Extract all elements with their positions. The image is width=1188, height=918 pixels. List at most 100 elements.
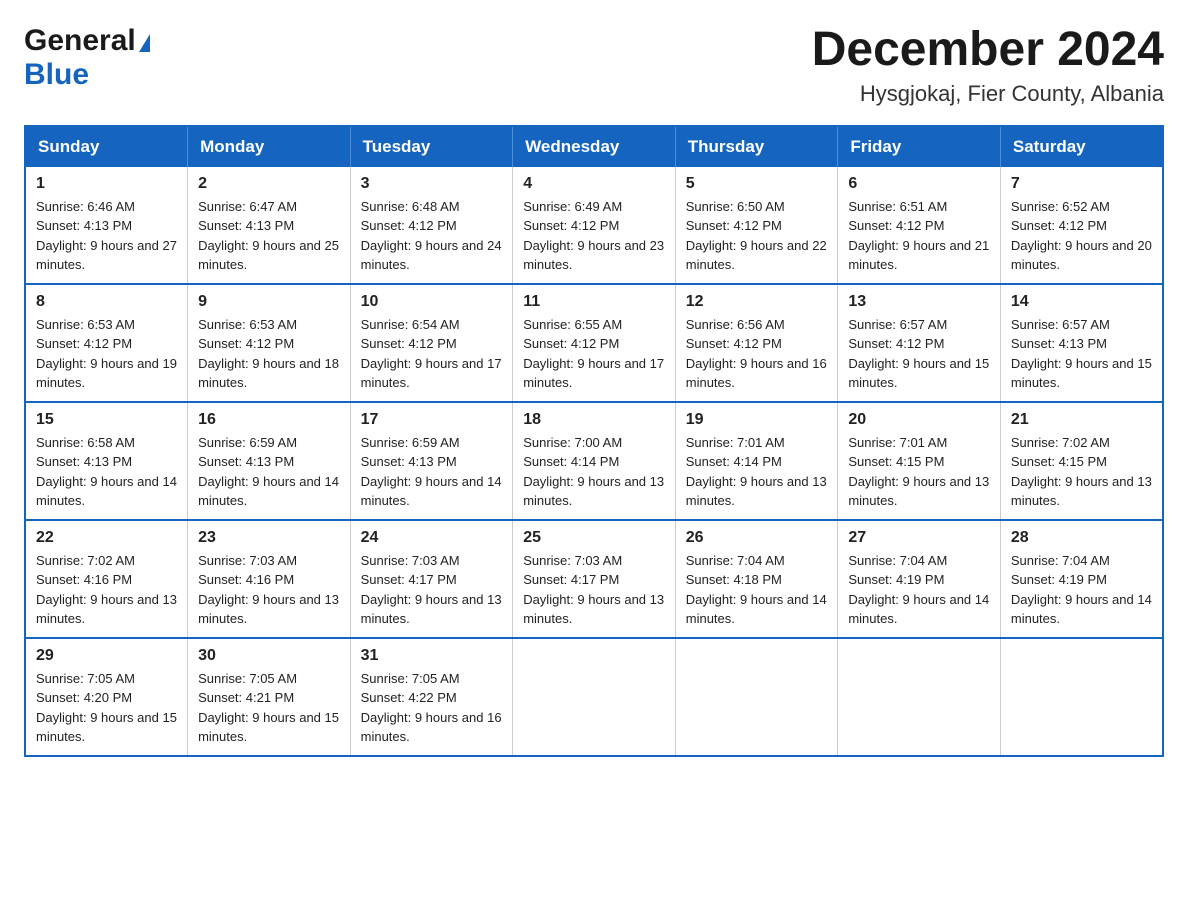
calendar-cell: 27Sunrise: 7:04 AMSunset: 4:19 PMDayligh… [838, 520, 1001, 638]
calendar-cell: 8 Sunrise: 6:53 AMSunset: 4:12 PMDaylight… [25, 284, 188, 402]
day-number: 22 [36, 529, 177, 547]
day-number: 23 [198, 529, 340, 547]
day-number: 29 [36, 647, 177, 665]
calendar-cell: 4 Sunrise: 6:49 AMSunset: 4:12 PMDaylight… [513, 167, 676, 284]
calendar-cell: 24 Sunrise: 7:03 AMSunset: 4:17 PMDayligh… [350, 520, 513, 638]
calendar-cell: 2Sunrise: 6:47 AMSunset: 4:13 PMDaylight… [188, 167, 351, 284]
day-info: Sunrise: 7:05 AMSunset: 4:20 PMDaylight:… [36, 669, 177, 747]
column-header-friday: Friday [838, 126, 1001, 167]
logo-blue-text: Blue [24, 58, 89, 91]
calendar-week-row: 29 Sunrise: 7:05 AMSunset: 4:20 PMDayligh… [25, 638, 1163, 756]
calendar-cell: 22Sunrise: 7:02 AMSunset: 4:16 PMDayligh… [25, 520, 188, 638]
page-header: General Blue December 2024 Hysgjokaj, Fi… [24, 24, 1164, 107]
day-number: 19 [686, 411, 828, 429]
day-number: 1 [36, 175, 177, 193]
calendar-week-row: 1 Sunrise: 6:46 AMSunset: 4:13 PMDaylight… [25, 167, 1163, 284]
calendar-cell: 9 Sunrise: 6:53 AMSunset: 4:12 PMDaylight… [188, 284, 351, 402]
day-number: 4 [523, 175, 665, 193]
column-header-saturday: Saturday [1000, 126, 1163, 167]
title-block: December 2024 Hysgjokaj, Fier County, Al… [812, 24, 1164, 107]
calendar-cell: 6 Sunrise: 6:51 AMSunset: 4:12 PMDaylight… [838, 167, 1001, 284]
day-info: Sunrise: 6:58 AMSunset: 4:13 PMDaylight:… [36, 433, 177, 511]
calendar-cell: 17Sunrise: 6:59 AMSunset: 4:13 PMDayligh… [350, 402, 513, 520]
calendar-cell: 19 Sunrise: 7:01 AMSunset: 4:14 PMDayligh… [675, 402, 838, 520]
day-info: Sunrise: 6:49 AMSunset: 4:12 PMDaylight:… [523, 197, 665, 275]
calendar-table: SundayMondayTuesdayWednesdayThursdayFrid… [24, 125, 1164, 757]
day-info: Sunrise: 6:53 AMSunset: 4:12 PMDaylight:… [36, 315, 177, 393]
calendar-cell: 5 Sunrise: 6:50 AMSunset: 4:12 PMDaylight… [675, 167, 838, 284]
day-info: Sunrise: 6:46 AMSunset: 4:13 PMDaylight:… [36, 197, 177, 275]
day-number: 7 [1011, 175, 1152, 193]
calendar-cell: 15 Sunrise: 6:58 AMSunset: 4:13 PMDayligh… [25, 402, 188, 520]
calendar-cell: 16 Sunrise: 6:59 AMSunset: 4:13 PMDayligh… [188, 402, 351, 520]
day-number: 12 [686, 293, 828, 311]
day-info: Sunrise: 6:55 AMSunset: 4:12 PMDaylight:… [523, 315, 665, 393]
day-number: 10 [361, 293, 503, 311]
day-number: 6 [848, 175, 990, 193]
day-info: Sunrise: 6:54 AMSunset: 4:12 PMDaylight:… [361, 315, 503, 393]
day-number: 14 [1011, 293, 1152, 311]
day-number: 21 [1011, 411, 1152, 429]
calendar-cell [513, 638, 676, 756]
calendar-cell: 18 Sunrise: 7:00 AMSunset: 4:14 PMDayligh… [513, 402, 676, 520]
day-info: Sunrise: 7:05 AMSunset: 4:22 PMDaylight:… [361, 669, 503, 747]
calendar-cell: 28Sunrise: 7:04 AMSunset: 4:19 PMDayligh… [1000, 520, 1163, 638]
day-info: Sunrise: 7:03 AMSunset: 4:16 PMDaylight:… [198, 551, 340, 629]
calendar-cell: 12 Sunrise: 6:56 AMSunset: 4:12 PMDayligh… [675, 284, 838, 402]
calendar-cell: 3 Sunrise: 6:48 AMSunset: 4:12 PMDaylight… [350, 167, 513, 284]
column-header-thursday: Thursday [675, 126, 838, 167]
day-info: Sunrise: 7:03 AMSunset: 4:17 PMDaylight:… [523, 551, 665, 629]
day-info: Sunrise: 6:53 AMSunset: 4:12 PMDaylight:… [198, 315, 340, 393]
day-number: 16 [198, 411, 340, 429]
calendar-cell: 10 Sunrise: 6:54 AMSunset: 4:12 PMDayligh… [350, 284, 513, 402]
day-number: 11 [523, 293, 665, 311]
calendar-cell: 30 Sunrise: 7:05 AMSunset: 4:21 PMDayligh… [188, 638, 351, 756]
day-info: Sunrise: 6:50 AMSunset: 4:12 PMDaylight:… [686, 197, 828, 275]
day-number: 9 [198, 293, 340, 311]
calendar-cell: 31 Sunrise: 7:05 AMSunset: 4:22 PMDayligh… [350, 638, 513, 756]
calendar-cell: 1 Sunrise: 6:46 AMSunset: 4:13 PMDaylight… [25, 167, 188, 284]
day-number: 18 [523, 411, 665, 429]
day-number: 5 [686, 175, 828, 193]
day-info: Sunrise: 6:56 AMSunset: 4:12 PMDaylight:… [686, 315, 828, 393]
calendar-week-row: 22Sunrise: 7:02 AMSunset: 4:16 PMDayligh… [25, 520, 1163, 638]
day-number: 31 [361, 647, 503, 665]
day-number: 27 [848, 529, 990, 547]
calendar-cell: 23 Sunrise: 7:03 AMSunset: 4:16 PMDayligh… [188, 520, 351, 638]
day-number: 13 [848, 293, 990, 311]
day-info: Sunrise: 7:05 AMSunset: 4:21 PMDaylight:… [198, 669, 340, 747]
location-title: Hysgjokaj, Fier County, Albania [812, 81, 1164, 107]
day-info: Sunrise: 7:01 AMSunset: 4:14 PMDaylight:… [686, 433, 828, 511]
day-number: 28 [1011, 529, 1152, 547]
calendar-header-row: SundayMondayTuesdayWednesdayThursdayFrid… [25, 126, 1163, 167]
column-header-wednesday: Wednesday [513, 126, 676, 167]
day-info: Sunrise: 7:00 AMSunset: 4:14 PMDaylight:… [523, 433, 665, 511]
logo-triangle-icon [139, 34, 150, 52]
column-header-tuesday: Tuesday [350, 126, 513, 167]
day-number: 8 [36, 293, 177, 311]
calendar-cell: 29 Sunrise: 7:05 AMSunset: 4:20 PMDayligh… [25, 638, 188, 756]
day-number: 24 [361, 529, 503, 547]
day-info: Sunrise: 6:51 AMSunset: 4:12 PMDaylight:… [848, 197, 990, 275]
calendar-week-row: 8 Sunrise: 6:53 AMSunset: 4:12 PMDaylight… [25, 284, 1163, 402]
day-info: Sunrise: 6:57 AMSunset: 4:12 PMDaylight:… [848, 315, 990, 393]
day-info: Sunrise: 6:52 AMSunset: 4:12 PMDaylight:… [1011, 197, 1152, 275]
calendar-cell: 21Sunrise: 7:02 AMSunset: 4:15 PMDayligh… [1000, 402, 1163, 520]
column-header-monday: Monday [188, 126, 351, 167]
calendar-cell: 11 Sunrise: 6:55 AMSunset: 4:12 PMDayligh… [513, 284, 676, 402]
column-header-sunday: Sunday [25, 126, 188, 167]
calendar-cell [675, 638, 838, 756]
day-info: Sunrise: 7:01 AMSunset: 4:15 PMDaylight:… [848, 433, 990, 511]
calendar-cell: 25Sunrise: 7:03 AMSunset: 4:17 PMDayligh… [513, 520, 676, 638]
day-number: 30 [198, 647, 340, 665]
day-info: Sunrise: 7:03 AMSunset: 4:17 PMDaylight:… [361, 551, 503, 629]
day-info: Sunrise: 7:04 AMSunset: 4:18 PMDaylight:… [686, 551, 828, 629]
day-info: Sunrise: 6:59 AMSunset: 4:13 PMDaylight:… [198, 433, 340, 511]
day-number: 3 [361, 175, 503, 193]
day-info: Sunrise: 6:59 AMSunset: 4:13 PMDaylight:… [361, 433, 503, 511]
day-info: Sunrise: 6:48 AMSunset: 4:12 PMDaylight:… [361, 197, 503, 275]
day-number: 2 [198, 175, 340, 193]
logo-general-text: General [24, 24, 136, 58]
calendar-cell: 14Sunrise: 6:57 AMSunset: 4:13 PMDayligh… [1000, 284, 1163, 402]
day-number: 15 [36, 411, 177, 429]
